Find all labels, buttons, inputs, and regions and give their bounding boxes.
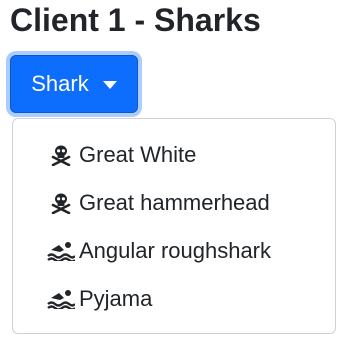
shark-dropdown-button[interactable]: Shark — [10, 55, 138, 113]
skull-crossbones-icon — [47, 143, 75, 167]
dropdown-item-label: Angular roughshark — [79, 238, 272, 263]
page: Client 1 - Sharks Shark Great White Grea… — [0, 0, 350, 351]
dropdown-item-label: Pyjama — [79, 286, 153, 311]
dropdown-item-label: Great hammerhead — [79, 190, 270, 215]
swimmer-icon — [47, 287, 75, 311]
dropdown-item-great-hammerhead[interactable]: Great hammerhead — [13, 179, 335, 227]
swimmer-icon — [47, 239, 75, 263]
dropdown-item-angular-roughshark[interactable]: Angular roughshark — [13, 227, 335, 275]
page-title: Client 1 - Sharks — [10, 2, 261, 38]
dropdown-item-great-white[interactable]: Great White — [13, 131, 335, 179]
dropdown-menu: Great White Great hammerhead Angular rou… — [12, 118, 336, 334]
dropdown-button-label: Shark — [31, 71, 89, 96]
skull-crossbones-icon — [47, 191, 75, 215]
caret-down-icon — [102, 81, 117, 89]
dropdown-item-label: Great White — [79, 142, 197, 167]
dropdown-item-pyjama[interactable]: Pyjama — [13, 275, 335, 323]
